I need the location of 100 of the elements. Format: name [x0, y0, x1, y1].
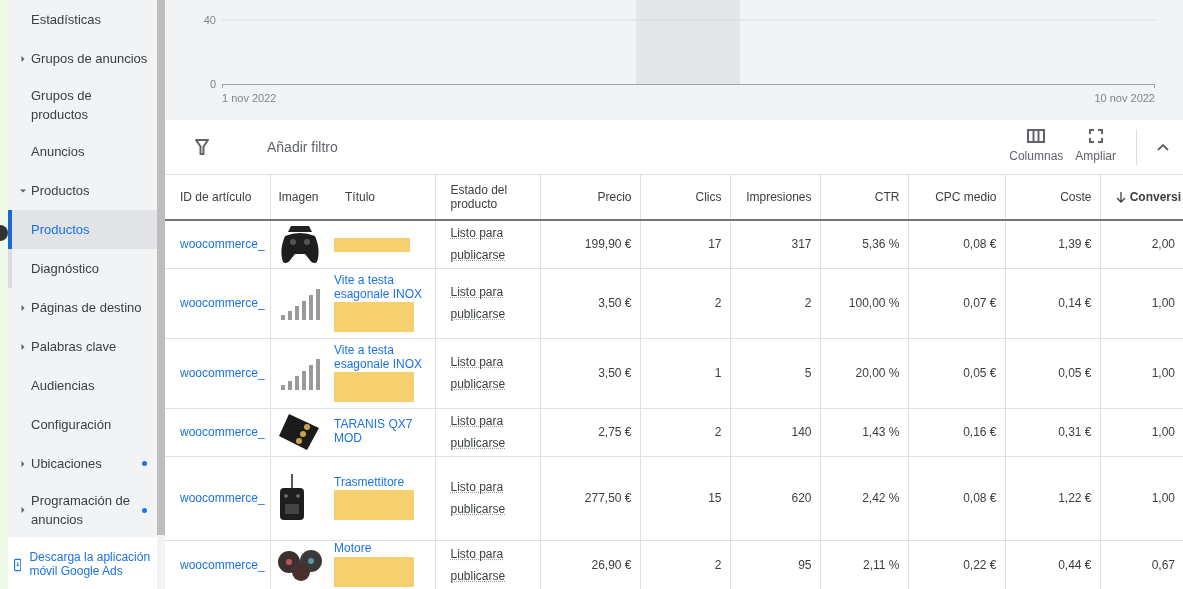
filter-icon[interactable]	[195, 139, 209, 155]
table-cell: 1,00	[1151, 366, 1175, 380]
column-header[interactable]: ID de artículo	[165, 175, 270, 220]
status-text: Listo para publicarse	[450, 479, 507, 518]
table-cell: 0,05 €	[1058, 366, 1092, 380]
sidebar-item[interactable]: Anuncios	[8, 132, 157, 171]
sidebar-item[interactable]: Programación de anuncios	[8, 483, 157, 537]
y-tick-label: 40	[203, 14, 216, 26]
motors-drawing	[276, 547, 325, 582]
sort-down-icon	[1115, 192, 1126, 204]
column-header[interactable]: Título	[330, 175, 435, 220]
notification-dot	[142, 507, 147, 513]
column-header[interactable]: Clics	[640, 175, 730, 220]
expand-button[interactable]: Ampliar	[1069, 129, 1122, 165]
circuit-board-drawing	[276, 412, 321, 452]
caret-icon	[20, 460, 26, 467]
caret-icon	[20, 507, 26, 513]
table-cell: 5,36 %	[862, 237, 900, 252]
sidebar-item[interactable]: Estadísticas	[8, 0, 157, 39]
table-cell: 100,00 %	[848, 296, 900, 310]
table-cell: 277,50 €	[584, 491, 632, 505]
item-id-link[interactable]: woocommerce_	[180, 425, 265, 439]
status-text: Listo para publicarse	[450, 413, 507, 452]
sidebar-item[interactable]: Páginas de destino	[8, 288, 157, 327]
table-cell: 1,22 €	[1058, 491, 1092, 505]
item-id-link[interactable]: woocommerce_	[180, 237, 265, 252]
sidebar-item[interactable]: Grupos de productos	[8, 78, 157, 132]
item-id-link[interactable]: woocommerce_	[180, 366, 265, 380]
caret-icon	[20, 304, 26, 311]
columns-button[interactable]: Columnas	[1003, 129, 1070, 165]
product-title-link[interactable]: Trasmettitore	[334, 475, 427, 490]
item-id-link[interactable]: woocommerce_	[180, 491, 265, 505]
table-cell: 1,00	[1151, 296, 1175, 310]
table-cell: 317	[791, 237, 812, 252]
table-cell: 1,00	[1151, 425, 1175, 439]
column-header[interactable]: Imagen	[270, 175, 330, 220]
table-cell: 20,00 %	[855, 366, 900, 380]
caret-icon	[20, 187, 26, 194]
table-cell: 95	[798, 557, 812, 572]
table-cell: 3,50 €	[598, 366, 632, 380]
column-header[interactable]: Conversi	[1100, 175, 1183, 220]
column-header[interactable]: Precio	[540, 175, 640, 220]
scrollbar-thumb[interactable]	[157, 0, 165, 535]
x-tick-label: 10 nov 2022	[1094, 92, 1155, 104]
item-id-link[interactable]: woocommerce_	[180, 557, 265, 572]
columns-icon	[1027, 129, 1046, 143]
table-cell: 2	[714, 425, 722, 439]
table-cell: 2,00	[1151, 237, 1175, 252]
caret-icon	[20, 343, 26, 350]
sidebar-item[interactable]: Ubicaciones	[8, 444, 157, 483]
table-cell: 0,08 €	[963, 491, 997, 505]
status-text: Listo para publicarse	[450, 284, 507, 323]
table-cell: 2,42 %	[862, 491, 900, 505]
table-cell: 140	[791, 425, 812, 439]
table-cell: 2	[714, 557, 722, 572]
sidebar-item[interactable]: Palabras clave	[8, 327, 157, 366]
sidebar-item[interactable]: Diagnóstico	[12, 249, 157, 288]
table-cell: 1,00	[1151, 491, 1175, 505]
column-header[interactable]: Coste	[1005, 175, 1100, 220]
table-cell: 5	[804, 366, 812, 380]
sidebar-item[interactable]: Productos	[8, 171, 157, 210]
collapse-icon[interactable]	[1157, 143, 1169, 151]
table-cell: 199,90 €	[584, 237, 632, 252]
add-filter-link[interactable]: Añadir filtro	[267, 136, 1004, 158]
table-cell: 0,05 €	[963, 366, 997, 380]
notification-dot	[142, 461, 147, 466]
status-text: Listo para publicarse	[450, 545, 507, 585]
sidebar-item[interactable]: Configuración	[8, 405, 157, 444]
column-header[interactable]: Estado del producto	[435, 175, 540, 220]
table-cell: 0,44 €	[1058, 557, 1092, 572]
table-cell: 0,14 €	[1058, 296, 1092, 310]
table-cell: 0,31 €	[1058, 425, 1092, 439]
table-cell: 0,08 €	[963, 237, 997, 252]
table-cell: 1	[714, 366, 722, 380]
product-title-link[interactable]: Vite a testa esagonale INOX	[334, 273, 427, 302]
column-header[interactable]: Impresiones	[730, 175, 820, 220]
table-cell: 0,16 €	[963, 425, 997, 439]
table-cell: 0,67	[1151, 557, 1175, 572]
table-cell: 620	[791, 491, 812, 505]
table-cell: 26,90 €	[591, 557, 632, 572]
status-text: Listo para publicarse	[450, 225, 507, 265]
table-cell: 15	[708, 491, 722, 505]
sidebar-item[interactable]: Audiencias	[8, 366, 157, 405]
table-cell: 1,43 %	[862, 425, 900, 439]
product-title-link[interactable]: TARANIS QX7 MOD	[334, 418, 427, 446]
fullscreen-icon	[1088, 129, 1103, 143]
table-cell: 17	[708, 237, 722, 252]
column-header[interactable]: CTR	[820, 175, 908, 220]
y-tick-label: 0	[209, 78, 216, 90]
sidebar-item[interactable]: Productos	[8, 210, 157, 249]
table-cell: 2,11 %	[863, 557, 900, 572]
caret-icon	[20, 55, 26, 62]
item-id-link[interactable]: woocommerce_	[180, 296, 265, 310]
product-title-link[interactable]: Motore	[334, 542, 427, 556]
status-text: Listo para publicarse	[450, 354, 507, 393]
x-tick-label: 1 nov 2022	[222, 92, 277, 104]
product-title-link[interactable]: Vite a testa esagonale INOX	[334, 343, 427, 372]
table-cell: 0,07 €	[963, 296, 997, 310]
sidebar-item[interactable]: Grupos de anuncios	[8, 39, 157, 78]
column-header[interactable]: CPC medio	[908, 175, 1005, 220]
